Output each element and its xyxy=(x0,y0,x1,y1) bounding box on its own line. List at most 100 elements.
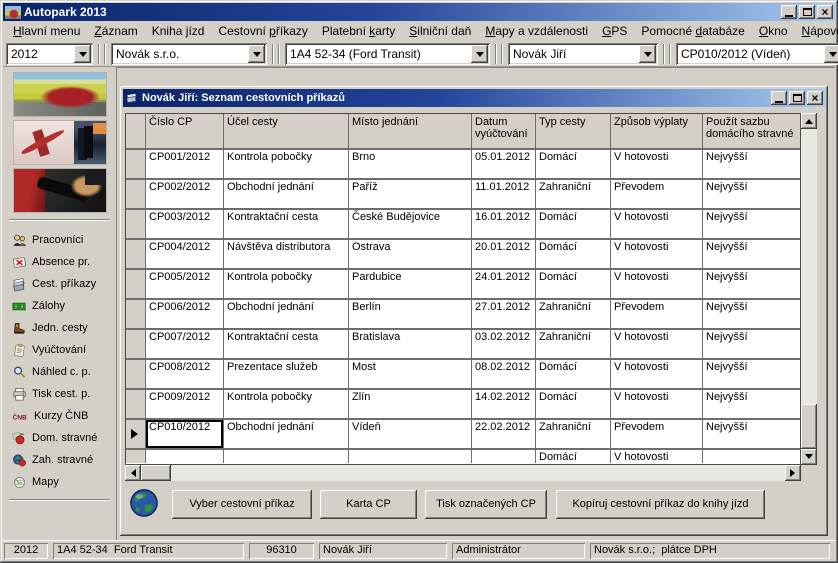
table-cell[interactable]: Nejvyšší xyxy=(703,180,800,208)
row-selector[interactable] xyxy=(126,450,146,463)
menu-item-8[interactable]: Pomocné databáze xyxy=(634,21,751,41)
table-cell[interactable]: V hotovosti xyxy=(611,330,703,358)
sidebar-item-kurzy-cnb[interactable]: ČNB Kurzy ČNB xyxy=(3,405,116,427)
vertical-scrollbar[interactable] xyxy=(801,113,817,465)
table-cell[interactable]: Pardubice xyxy=(349,270,472,298)
column-header-0[interactable]: Číslo CP xyxy=(146,114,224,148)
table-cell[interactable]: Obchodní jednání xyxy=(224,420,349,448)
sidebar-item-absence[interactable]: Absence pr. xyxy=(3,251,116,273)
sidebar-item-jedn-cesty[interactable]: Jedn. cesty xyxy=(3,317,116,339)
table-cell[interactable]: Ostrava xyxy=(349,240,472,268)
inner-titlebar[interactable]: Novák Jiří: Seznam cestovních příkazů × xyxy=(123,89,825,107)
driver-combobox[interactable]: Novák Jiří xyxy=(508,43,658,65)
sidebar-item-zalohy[interactable]: Zálohy xyxy=(3,295,116,317)
table-cell[interactable]: Kontraktační cesta xyxy=(224,330,349,358)
table-cell[interactable]: 11.01.2012 xyxy=(472,180,536,208)
table-cell[interactable]: Zahraniční xyxy=(536,180,611,208)
scroll-right-button[interactable] xyxy=(785,465,801,481)
scroll-up-button[interactable] xyxy=(801,113,817,129)
trip-dropdown-button[interactable] xyxy=(824,45,838,63)
scroll-down-button[interactable] xyxy=(801,449,817,465)
close-button[interactable]: × xyxy=(817,5,833,19)
table-cell[interactable]: 05.01.2012 xyxy=(472,150,536,178)
sidebar-item-nahled[interactable]: Náhled c. p. xyxy=(3,361,116,383)
table-cell[interactable]: CP008/2012 xyxy=(146,360,224,388)
row-selector[interactable] xyxy=(126,210,146,238)
sidebar-item-mapy[interactable]: Mapy xyxy=(3,471,116,493)
column-header-3[interactable]: Datum vyúčtování xyxy=(472,114,536,148)
table-cell[interactable]: Nejvyšší xyxy=(703,420,800,448)
row-selector[interactable] xyxy=(126,300,146,328)
year-combobox[interactable]: 2012 xyxy=(6,43,93,65)
table-cell[interactable]: 16.01.2012 xyxy=(472,210,536,238)
table-cell[interactable] xyxy=(349,450,472,463)
table-cell[interactable]: Nejvyšší xyxy=(703,240,800,268)
vehicle-dropdown-button[interactable] xyxy=(471,45,488,63)
menu-item-7[interactable]: GPS xyxy=(595,21,634,41)
scroll-left-button[interactable] xyxy=(125,465,141,481)
row-selector[interactable] xyxy=(126,240,146,268)
menu-item-6[interactable]: Mapy a vzdálenosti xyxy=(478,21,595,41)
column-header-5[interactable]: Způsob výplaty xyxy=(611,114,703,148)
table-cell[interactable]: Převodem xyxy=(611,420,703,448)
row-selector[interactable] xyxy=(126,180,146,208)
table-cell[interactable]: V hotovosti xyxy=(611,210,703,238)
inner-maximize-button[interactable] xyxy=(789,91,805,105)
table-cell[interactable]: Domácí xyxy=(536,240,611,268)
table-cell[interactable]: Paříž xyxy=(349,180,472,208)
horizontal-scroll-track[interactable] xyxy=(141,465,785,481)
table-cell[interactable]: CP007/2012 xyxy=(146,330,224,358)
table-cell[interactable] xyxy=(224,450,349,463)
table-cell[interactable]: Kontrola pobočky xyxy=(224,270,349,298)
inner-close-button[interactable]: × xyxy=(807,91,823,105)
table-cell[interactable]: V hotovosti xyxy=(611,240,703,268)
table-cell[interactable]: Zahraniční xyxy=(536,420,611,448)
table-cell[interactable]: 20.01.2012 xyxy=(472,240,536,268)
table-cell[interactable]: Kontraktační cesta xyxy=(224,210,349,238)
table-cell[interactable]: Kontrola pobočky xyxy=(224,390,349,418)
table-cell[interactable] xyxy=(703,450,800,463)
main-titlebar[interactable]: Autopark 2013 × xyxy=(3,3,835,21)
select-travel-order-button[interactable]: Vyber cestovní příkaz xyxy=(172,490,312,519)
sidebar-item-vyuctovani[interactable]: Vyúčtování xyxy=(3,339,116,361)
sidebar-item-dom-stravne[interactable]: Dom. stravné xyxy=(3,427,116,449)
column-header-6[interactable]: Použít sazbu domácího stravné xyxy=(703,114,800,148)
table-cell[interactable]: CP003/2012 xyxy=(146,210,224,238)
row-selector[interactable] xyxy=(126,420,146,448)
table-cell[interactable]: Převodem xyxy=(611,180,703,208)
table-cell[interactable]: CP006/2012 xyxy=(146,300,224,328)
table-cell[interactable]: CP001/2012 xyxy=(146,150,224,178)
table-cell[interactable]: České Budějovice xyxy=(349,210,472,238)
column-header-2[interactable]: Místo jednání xyxy=(349,114,472,148)
table-cell[interactable]: CP005/2012 xyxy=(146,270,224,298)
table-cell[interactable]: V hotovosti xyxy=(611,390,703,418)
table-cell[interactable]: CP009/2012 xyxy=(146,390,224,418)
menu-item-1[interactable]: Záznam xyxy=(87,21,144,41)
cp-card-button[interactable]: Karta CP xyxy=(320,490,417,519)
table-cell[interactable]: Domácí xyxy=(536,210,611,238)
table-cell[interactable]: Most xyxy=(349,360,472,388)
company-dropdown-button[interactable] xyxy=(248,45,265,63)
table-cell[interactable]: Domácí xyxy=(536,270,611,298)
table-cell[interactable]: Domácí xyxy=(536,390,611,418)
table-cell[interactable]: 08.02.2012 xyxy=(472,360,536,388)
menu-item-5[interactable]: Silniční daň xyxy=(402,21,478,41)
table-cell[interactable]: 03.02.2012 xyxy=(472,330,536,358)
table-cell[interactable]: Domácí xyxy=(536,360,611,388)
minimize-button[interactable] xyxy=(781,5,797,19)
table-cell[interactable]: CP010/2012 xyxy=(146,420,224,448)
print-marked-cp-button[interactable]: Tisk označených CP xyxy=(425,490,547,519)
table-cell[interactable] xyxy=(146,450,224,463)
menu-item-9[interactable]: Okno xyxy=(752,21,795,41)
table-cell[interactable]: Kontrola pobočky xyxy=(224,150,349,178)
horizontal-scroll-thumb[interactable] xyxy=(141,465,171,481)
table-cell[interactable]: Nejvyšší xyxy=(703,330,800,358)
inner-minimize-button[interactable] xyxy=(771,91,787,105)
menu-item-2[interactable]: Kniha jízd xyxy=(145,21,212,41)
table-cell[interactable]: CP002/2012 xyxy=(146,180,224,208)
table-cell[interactable]: Převodem xyxy=(611,300,703,328)
table-cell[interactable]: Obchodní jednání xyxy=(224,180,349,208)
menu-item-3[interactable]: Cestovní příkazy xyxy=(211,21,314,41)
table-cell[interactable]: 22.02.2012 xyxy=(472,420,536,448)
driver-dropdown-button[interactable] xyxy=(639,45,656,63)
